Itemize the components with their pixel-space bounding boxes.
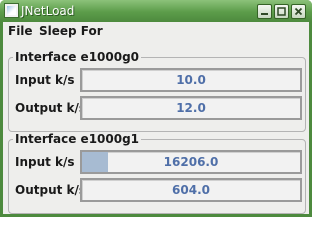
group-title: Interface e1000g0 xyxy=(13,50,142,65)
maximize-icon xyxy=(277,7,286,16)
interface-group-e1000g0: Interface e1000g0 Input k/s 10.0 Output … xyxy=(8,50,306,132)
window-title: JNetLoad xyxy=(21,4,75,18)
menu-sleep-for[interactable]: Sleep For xyxy=(39,22,103,41)
minimize-icon xyxy=(261,13,268,15)
input-rate-bar: 10.0 xyxy=(80,68,302,92)
menu-bar: File Sleep For xyxy=(3,22,309,41)
window-content: File Sleep For Interface e1000g0 Input k… xyxy=(3,22,309,214)
input-rate-value: 16206.0 xyxy=(163,155,219,169)
window-app-icon[interactable] xyxy=(4,3,19,18)
input-rate-label: Input k/s xyxy=(15,73,75,87)
interface-group-e1000g1: Interface e1000g1 Input k/s 16206.0 Outp… xyxy=(8,132,306,214)
close-button[interactable] xyxy=(291,4,306,19)
output-rate-bar: 604.0 xyxy=(80,178,302,202)
app-window: JNetLoad File Sleep For Interface e1000g… xyxy=(0,0,312,217)
output-rate-label: Output k/s xyxy=(15,183,87,197)
output-rate-label: Output k/s xyxy=(15,101,87,115)
maximize-button[interactable] xyxy=(274,4,289,19)
input-rate-label: Input k/s xyxy=(15,155,75,169)
input-rate-bar: 16206.0 xyxy=(80,150,302,174)
group-title: Interface e1000g1 xyxy=(13,132,142,147)
output-rate-bar: 12.0 xyxy=(80,96,302,120)
menu-file[interactable]: File xyxy=(8,22,33,41)
minimize-button[interactable] xyxy=(257,4,272,19)
close-icon xyxy=(294,7,303,16)
title-bar[interactable]: JNetLoad xyxy=(0,0,312,22)
output-rate-value: 604.0 xyxy=(172,183,210,197)
input-rate-value: 10.0 xyxy=(176,73,206,87)
output-rate-value: 12.0 xyxy=(176,101,206,115)
